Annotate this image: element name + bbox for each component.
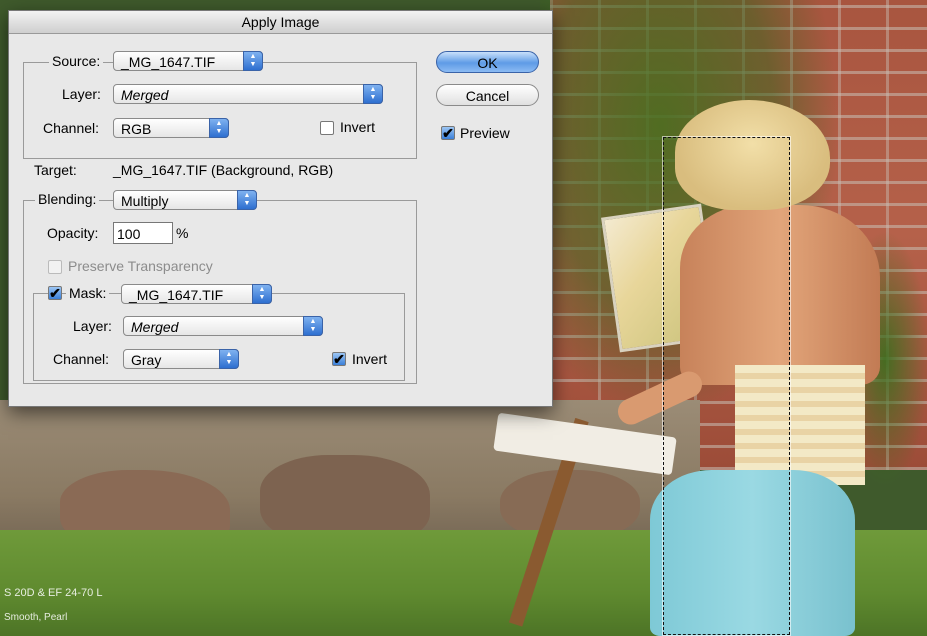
mask-invert-label[interactable]: Invert [352, 351, 387, 367]
dialog-title[interactable]: Apply Image [9, 11, 552, 34]
mask-layer-value: Merged [131, 319, 179, 335]
source-label: Source: [49, 53, 104, 69]
source-popup[interactable]: _MG_1647.TIF ▲ ▼ [113, 51, 263, 71]
apply-image-dialog: Apply Image Source: _MG_1647.TIF ▲ ▼ Laye… [8, 10, 553, 407]
channel-label: Channel: [43, 120, 100, 136]
mask-channel-value: Gray [131, 352, 162, 368]
source-group [23, 62, 417, 159]
popup-arrows-icon: ▲ ▼ [237, 190, 257, 210]
opacity-unit: % [176, 225, 189, 241]
invert-label[interactable]: Invert [340, 119, 375, 135]
popup-arrows-icon: ▲ ▼ [209, 118, 229, 138]
preserve-transparency-checkbox[interactable] [48, 260, 62, 274]
ok-button[interactable]: OK [436, 51, 539, 73]
mask-label[interactable]: Mask: [66, 285, 110, 301]
mask-channel-popup[interactable]: Gray ▲ ▼ [123, 349, 239, 369]
popup-arrows-icon: ▲ ▼ [243, 51, 263, 71]
mask-layer-popup[interactable]: Merged ▲ ▼ [123, 316, 323, 336]
mask-checkbox[interactable]: ✔ [48, 286, 62, 300]
mask-layer-label: Layer: [73, 318, 112, 334]
channel-popup[interactable]: RGB ▲ ▼ [113, 118, 229, 138]
watermark-style: Smooth, Pearl [4, 612, 68, 623]
layer-popup[interactable]: Merged ▲ ▼ [113, 84, 383, 104]
selection-marquee[interactable] [663, 137, 790, 635]
invert-checkbox[interactable] [320, 121, 334, 135]
layer-value: Merged [121, 87, 169, 103]
blending-popup[interactable]: Multiply ▲ ▼ [113, 190, 257, 210]
layer-label: Layer: [62, 86, 101, 102]
mask-invert-checkbox[interactable]: ✔ [332, 352, 346, 366]
popup-arrows-icon: ▲ ▼ [363, 84, 383, 104]
opacity-field[interactable]: 100 [113, 222, 173, 244]
popup-arrows-icon: ▲ ▼ [303, 316, 323, 336]
target-label: Target: [34, 162, 77, 178]
popup-arrows-icon: ▲ ▼ [219, 349, 239, 369]
blending-label: Blending: [35, 191, 100, 207]
mask-value: _MG_1647.TIF [129, 287, 224, 303]
source-value: _MG_1647.TIF [121, 54, 216, 70]
preview-checkbox[interactable]: ✔ [441, 126, 455, 140]
channel-value: RGB [121, 121, 152, 137]
preview-label[interactable]: Preview [460, 125, 510, 141]
watermark-camera: S 20D & EF 24-70 L [4, 587, 103, 599]
cancel-button[interactable]: Cancel [436, 84, 539, 106]
mask-channel-label: Channel: [53, 351, 110, 367]
mask-popup[interactable]: _MG_1647.TIF ▲ ▼ [121, 284, 272, 304]
opacity-label: Opacity: [47, 225, 99, 241]
popup-arrows-icon: ▲ ▼ [252, 284, 272, 304]
target-value: _MG_1647.TIF (Background, RGB) [113, 162, 334, 178]
blending-value: Multiply [121, 193, 169, 209]
preserve-transparency-label[interactable]: Preserve Transparency [68, 258, 213, 274]
